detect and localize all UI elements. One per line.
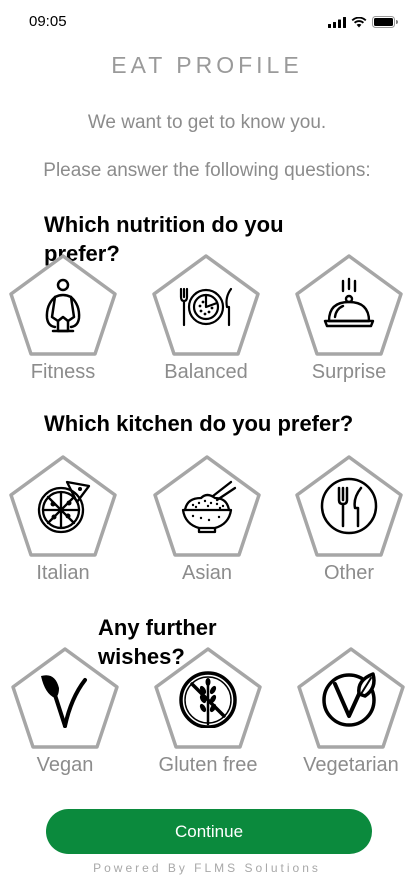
option-label: Fitness (30, 361, 96, 383)
vegetarian-icon (322, 672, 376, 727)
wifi-icon (351, 16, 367, 27)
rice-bowl-chopsticks-icon (181, 480, 237, 534)
option-asian[interactable]: Asian (152, 454, 262, 589)
option-balanced[interactable]: Balanced (151, 253, 261, 388)
option-gluten-free[interactable]: Gluten free (153, 646, 263, 781)
intro-text: We want to get to know you. (87, 112, 327, 133)
gluten-free-icon (179, 671, 237, 728)
battery-icon (372, 16, 398, 28)
vegan-leaf-icon (41, 675, 87, 728)
option-vegetarian[interactable]: Vegetarian (296, 646, 406, 781)
footer-credit: Powered By FLMS Solutions (93, 861, 321, 875)
option-label: Gluten free (158, 754, 258, 776)
plate-cutlery-icon (179, 287, 233, 327)
pizza-icon (37, 480, 91, 534)
option-label: Other (323, 562, 375, 584)
signal-icon (328, 16, 346, 28)
question-kitchen: Which kitchen do you prefer? (44, 411, 354, 436)
status-icons (328, 16, 398, 28)
cloche-icon (323, 277, 375, 328)
option-fitness[interactable]: Fitness (8, 253, 118, 388)
status-time: 09:05 (29, 13, 67, 30)
cutlery-plate-icon (320, 477, 378, 535)
fitness-person-icon (45, 278, 81, 333)
option-label: Balanced (164, 361, 248, 383)
option-italian[interactable]: Italian (8, 454, 118, 589)
option-label: Italian (36, 562, 90, 584)
option-surprise[interactable]: Surprise (294, 253, 404, 388)
option-vegan[interactable]: Vegan (10, 646, 120, 781)
status-bar: 09:05 (0, 0, 414, 44)
option-label: Asian (181, 562, 233, 584)
continue-button[interactable]: Continue (46, 809, 372, 854)
option-label: Vegetarian (303, 754, 399, 776)
option-label: Vegan (36, 754, 94, 776)
option-label: Surprise (311, 361, 387, 383)
option-other[interactable]: Other (294, 454, 404, 589)
instruction-text: Please answer the following questions: (43, 160, 371, 181)
page-title: EAT PROFILE (111, 52, 303, 78)
